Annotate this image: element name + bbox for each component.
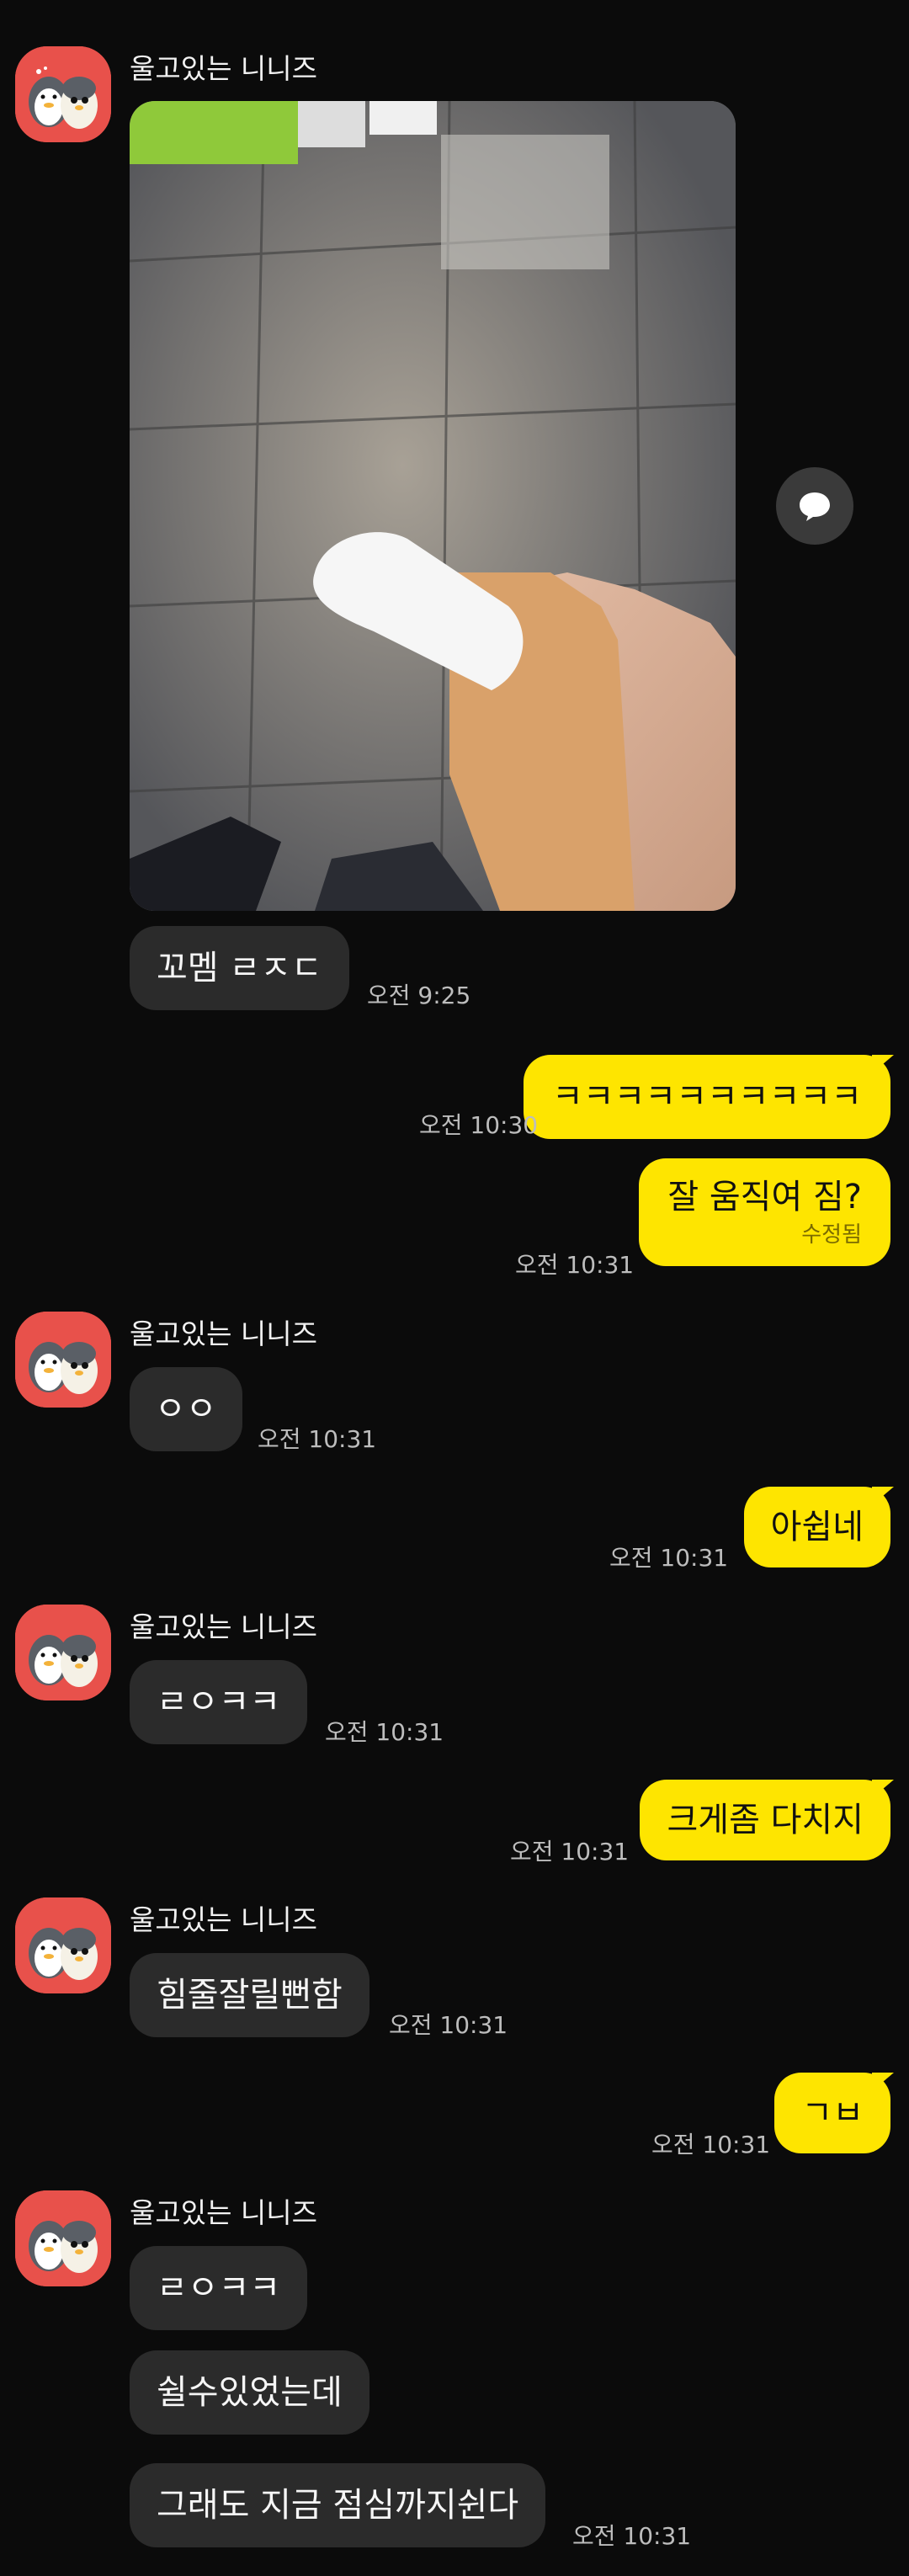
message-time: 오전 10:31 [258, 1425, 377, 1453]
message-bubble-in[interactable]: 꼬멤 ㄹㅈㄷ [130, 926, 349, 1010]
sender-avatar[interactable] [15, 46, 111, 142]
photo-finger-bandage [130, 101, 736, 911]
message-bubble-in[interactable]: 그래도 지금 점심까지쉰다 [130, 2463, 546, 2547]
bubble-tail [872, 2073, 894, 2091]
sender-name: 울고있는 니니즈 [130, 2196, 318, 2229]
message-time: 오전 10:31 [609, 1544, 729, 1572]
penguin-avatar-icon [15, 1312, 111, 1408]
message-bubble-in[interactable]: ㄹㅇㅋㅋ [130, 2246, 308, 2330]
message-time: 오전 10:31 [389, 2011, 508, 2039]
sender-name: 울고있는 니니즈 [130, 52, 318, 85]
sender-name: 울고있는 니니즈 [130, 1317, 318, 1350]
message-bubble-in[interactable]: ㅇㅇ [130, 1367, 242, 1451]
message-time: 오전 10:31 [515, 1251, 635, 1279]
message-bubble-out[interactable]: 아쉽네 [743, 1487, 890, 1567]
shared-photo[interactable] [130, 101, 736, 911]
message-bubble-out[interactable]: 크게좀 다치지 [640, 1780, 890, 1860]
sender-avatar[interactable] [15, 1312, 111, 1408]
message-bubble-in[interactable]: 쉴수있었는데 [130, 2350, 369, 2435]
message-bubble-out[interactable]: ㅋㅋㅋㅋㅋㅋㅋㅋㅋㅋ [524, 1055, 890, 1139]
message-time: 오전 10:31 [510, 1838, 630, 1865]
sender-avatar[interactable] [15, 1897, 111, 1993]
message-bubble-in[interactable]: 힘줄잘릴뻔함 [130, 1953, 369, 2037]
message-time: 오전 10:31 [651, 2131, 771, 2158]
sender-avatar[interactable] [15, 1605, 111, 1700]
message-bubble-in[interactable]: ㄹㅇㅋㅋ [130, 1660, 308, 1744]
sender-avatar[interactable] [15, 2190, 111, 2286]
penguin-avatar-icon [15, 46, 111, 142]
penguin-avatar-icon [15, 1605, 111, 1700]
bubble-tail [872, 1055, 894, 1073]
sender-name: 울고있는 니니즈 [130, 1610, 318, 1643]
chat-thread: 울고있는 니니즈 꼬멤 ㄹㅈㄷ 오전 9:25 ㅋㅋㅋㅋㅋㅋㅋㅋㅋㅋ 오전 10… [0, 0, 909, 2576]
share-button[interactable] [776, 467, 853, 545]
message-time: 오전 10:31 [325, 1718, 444, 1746]
message-time: 오전 9:25 [367, 982, 471, 1009]
message-time: 오전 10:30 [419, 1111, 539, 1139]
edited-label: 수정됨 [801, 1222, 862, 1248]
message-bubble-out-edited[interactable]: 잘 움직여 짐? 수정됨 [639, 1158, 890, 1266]
bubble-tail [872, 1780, 894, 1798]
message-time: 오전 10:31 [572, 2522, 692, 2550]
penguin-avatar-icon [15, 2190, 111, 2286]
penguin-avatar-icon [15, 1897, 111, 1993]
speech-bubble-icon [800, 492, 830, 521]
message-text: 잘 움직여 짐? [667, 1178, 862, 1216]
sender-name: 울고있는 니니즈 [130, 1903, 318, 1936]
bubble-tail [872, 1487, 894, 1505]
